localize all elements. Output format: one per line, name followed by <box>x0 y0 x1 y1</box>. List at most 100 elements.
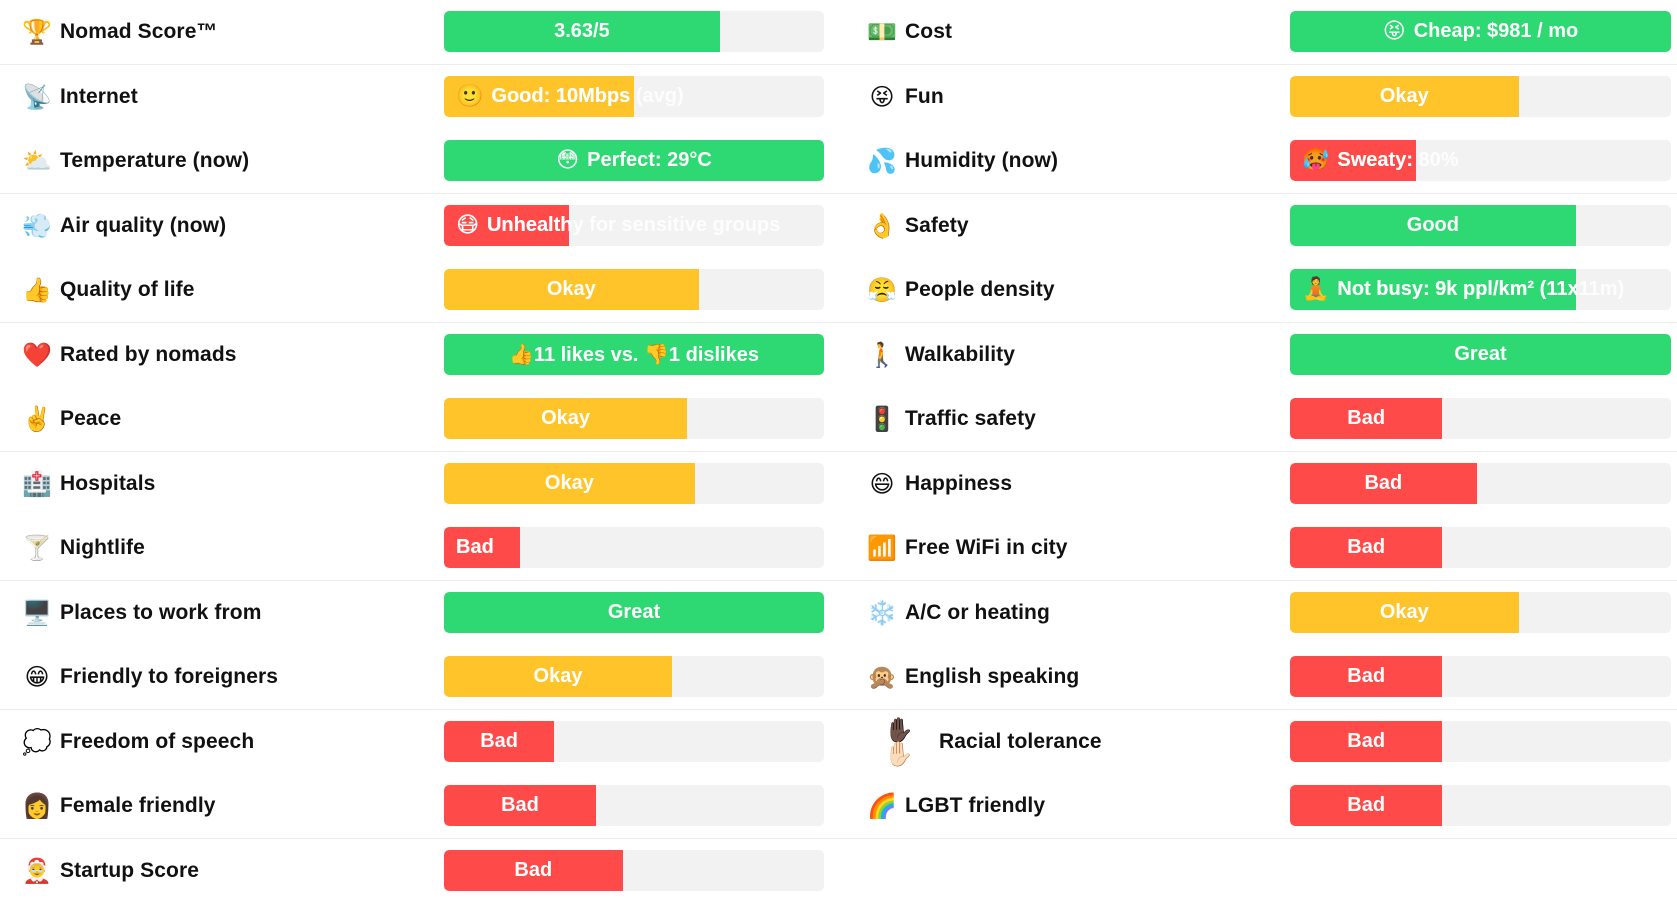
rating-bar[interactable]: 😳 Perfect: 29°C <box>444 140 824 181</box>
rating-bar[interactable]: 🙂 Good: 10Mbps (avg)🙂 Good: 10Mbps (avg) <box>444 75 824 117</box>
metric-row-freedom-of-speech[interactable]: 💭 Freedom of speech Bad <box>0 710 845 775</box>
rating-bar[interactable]: Bad <box>1290 656 1671 697</box>
metric-label: Happiness <box>905 471 1013 495</box>
metric-row-english-speaking[interactable]: 🙊 English speaking Bad <box>845 645 1677 710</box>
rating-bar[interactable]: 😝 Cheap: $981 / mo <box>1290 11 1671 52</box>
rating-bar[interactable]: Great <box>444 591 824 633</box>
metric-row-safety[interactable]: 👌 Safety Good <box>845 194 1677 259</box>
metric-row-female-friendly[interactable]: 👩 Female friendly Bad <box>0 774 845 839</box>
rating-bar[interactable]: Bad <box>444 849 824 891</box>
rating-bar[interactable]: 👍11 likes vs. 👎1 dislikes <box>444 333 824 375</box>
metric-label-wrap: 📶 Free WiFi in city <box>867 516 1068 580</box>
metric-row-racial-tolerance[interactable]: ✋🏿 ✋🏻 Racial tolerance Bad <box>845 710 1677 775</box>
ok-hand-icon: 👌 <box>867 211 897 240</box>
metric-label-wrap: 💵 Cost <box>867 0 952 64</box>
rating-text: Bad <box>1290 721 1442 762</box>
metric-label: Racial tolerance <box>939 729 1102 753</box>
rating-text: Bad <box>1290 463 1477 504</box>
rating-text: Okay <box>1290 76 1519 117</box>
rating-text-wrap: Okay <box>444 398 687 439</box>
satellite-dish-icon: 📡 <box>22 82 52 111</box>
metric-label: Cost <box>905 20 953 43</box>
metric-row-traffic-safety[interactable]: 🚦 Traffic safety Bad <box>845 387 1677 452</box>
rating-bar[interactable]: Bad <box>1290 785 1671 826</box>
metric-row-hospitals[interactable]: 🏥 Hospitals Okay <box>0 452 845 517</box>
metric-label: Fun <box>905 84 944 108</box>
metric-row-internet[interactable]: 📡 Internet 🙂 Good: 10Mbps (avg) 🙂 Good: 10Mbp… <box>0 65 845 130</box>
metric-row-nightlife[interactable]: 🍸 Nightlife Bad Bad <box>0 516 845 581</box>
metric-row-cost[interactable]: 💵 Cost 😝 Cheap: $981 / mo <box>845 0 1677 65</box>
metric-label: Air quality (now) <box>60 213 227 237</box>
walking-person-icon: 🚶 <box>867 340 897 369</box>
metric-label: LGBT friendly <box>905 794 1046 817</box>
rating-value: 👍11 likes vs. 👎1 dislikes <box>509 343 759 366</box>
metric-row-places-to-work-from[interactable]: 🖥️ Places to work from Great <box>0 581 845 646</box>
rating-bar[interactable]: Bad <box>1290 398 1671 439</box>
metric-label: Nightlife <box>60 536 145 559</box>
rating-value: Good <box>1406 213 1459 236</box>
rating-bar[interactable]: Great <box>1290 333 1671 375</box>
metric-label-wrap: 😤 People density <box>867 258 1055 322</box>
rating-bar[interactable]: Okay <box>444 462 824 504</box>
rating-bar[interactable]: Okay <box>444 398 824 439</box>
rating-bar[interactable]: Bad <box>1290 527 1671 568</box>
rating-text-wrap: Okay <box>1290 76 1519 117</box>
rating-bar[interactable]: 🧘 Not busy: 9k ppl/km² (11x11m) 🧘 Not busy:… <box>1290 269 1671 310</box>
metric-row-humidity-now[interactable]: 💦 Humidity (now) 🥵 Sweaty: 80%🥵 Sweaty: 80% <box>845 129 1677 194</box>
metric-row-temperature-now[interactable]: ⛅ Temperature (now) 😳 Perfect: 29°C <box>0 129 845 194</box>
rating-bar[interactable]: Okay <box>444 656 824 697</box>
hospital-icon: 🏥 <box>22 469 52 498</box>
metric-row-friendly-to-foreigners[interactable]: 😁 Friendly to foreigners Okay <box>0 645 845 710</box>
metric-label: Rated by nomads <box>60 342 237 366</box>
metric-row-quality-of-life[interactable]: 👍 Quality of life Okay <box>0 258 845 323</box>
rating-bar[interactable]: 🥵 Sweaty: 80%🥵 Sweaty: 80% <box>1290 140 1671 181</box>
rating-bar[interactable]: Bad <box>444 720 824 762</box>
rating-bar[interactable]: Okay <box>444 269 824 310</box>
metric-label: Free WiFi in city <box>905 536 1068 559</box>
metric-label-wrap: 👍 Quality of life <box>22 258 195 322</box>
rating-value: Great <box>607 600 661 623</box>
rating-bar[interactable]: Bad <box>1290 462 1671 504</box>
rating-value: Okay <box>1379 600 1429 623</box>
metric-row-nomad-score[interactable]: 🏆 Nomad Score™ 3.63/5 <box>0 0 845 65</box>
rating-bar[interactable]: 3.63/5 <box>444 11 824 52</box>
rating-value: Bad <box>456 536 494 558</box>
rating-value: Okay <box>541 407 591 429</box>
metric-row-people-density[interactable]: 😤 People density 🧘 Not busy: 9k ppl/km² (11… <box>845 258 1677 323</box>
rating-text-wrap: Okay <box>1290 592 1519 633</box>
rating-bar[interactable]: Bad Bad <box>444 527 824 568</box>
metric-label: Traffic safety <box>905 407 1036 430</box>
rating-bar[interactable]: Okay <box>1290 75 1671 117</box>
rating-bar[interactable]: Bad <box>444 785 824 826</box>
rating-text-clip: Bad <box>444 527 520 568</box>
metric-label: Places to work from <box>60 600 262 624</box>
rating-value: Okay <box>533 665 583 687</box>
metric-row-startup-score[interactable]: 🤶 Startup Score Bad <box>0 839 845 904</box>
metric-label-wrap: ❄️ A/C or heating <box>867 581 1050 645</box>
metric-row-lgbt-friendly[interactable]: 🌈 LGBT friendly Bad <box>845 774 1677 839</box>
rating-value: Bad <box>1364 471 1403 494</box>
metric-row-rated-by-nomads[interactable]: ❤️ Rated by nomads 👍11 likes vs. 👎1 dislik… <box>0 323 845 388</box>
metric-label-wrap: 😄 Happiness <box>867 452 1012 516</box>
metric-row-a-c-or-heating[interactable]: ❄️ A/C or heating Okay <box>845 581 1677 646</box>
rating-bar[interactable]: Okay <box>1290 591 1671 633</box>
rating-bar[interactable]: Good <box>1290 204 1671 246</box>
rating-text-wrap: Bad <box>1290 721 1442 762</box>
metric-row-free-wifi-in-city[interactable]: 📶 Free WiFi in city Bad <box>845 516 1677 581</box>
metric-label: Freedom of speech <box>60 729 255 753</box>
metric-label-wrap: 🏥 Hospitals <box>22 452 155 516</box>
money-icon: 💵 <box>867 18 897 46</box>
metric-row-peace[interactable]: ✌️ Peace Okay <box>0 387 845 452</box>
metric-row-walkability[interactable]: 🚶 Walkability Great <box>845 323 1677 388</box>
metric-row-fun[interactable]: 😝 Fun Okay <box>845 65 1677 130</box>
snowflake-icon: ❄️ <box>867 598 897 627</box>
rating-text-clip: 😷 Unhealthy for sensitive groups <box>444 205 569 246</box>
metric-label-wrap: 💦 Humidity (now) <box>867 129 1058 193</box>
rating-text: 🧘 Not busy: 9k ppl/km² (11x11m) <box>1290 269 1576 310</box>
metric-row-happiness[interactable]: 😄 Happiness Bad <box>845 452 1677 517</box>
rating-value: Bad <box>1347 729 1386 752</box>
rating-bar[interactable]: Bad <box>1290 720 1671 762</box>
woman-icon: 👩 <box>22 792 52 820</box>
metric-row-air-quality-now[interactable]: 💨 Air quality (now) 😷 Unhealthy for sensiti… <box>0 194 845 259</box>
rating-bar[interactable]: 😷 Unhealthy for sensitive groups 😷 Unhealth… <box>444 204 824 246</box>
